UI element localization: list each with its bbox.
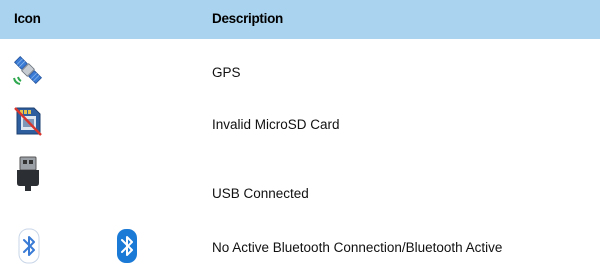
- row-description: No Active Bluetooth Connection/Bluetooth…: [212, 240, 503, 255]
- bluetooth-inactive-icon: [18, 228, 40, 264]
- table-row: Invalid MicroSD Card: [0, 96, 600, 146]
- icon-column-header: Icon: [14, 11, 41, 26]
- table-header: Icon Description: [0, 0, 600, 39]
- table-row: USB Connected: [0, 151, 600, 201]
- row-description: GPS: [212, 65, 241, 80]
- bluetooth-active-icon: [117, 229, 137, 263]
- table-row: GPS: [0, 46, 600, 96]
- satellite-icon: [13, 55, 43, 85]
- invalid-sd-card-icon: [14, 107, 42, 136]
- row-description: Invalid MicroSD Card: [212, 117, 340, 132]
- table-row: No Active Bluetooth Connection/Bluetooth…: [0, 224, 600, 274]
- row-description: USB Connected: [212, 186, 309, 201]
- usb-plug-icon: [17, 156, 39, 191]
- description-column-header: Description: [212, 11, 283, 26]
